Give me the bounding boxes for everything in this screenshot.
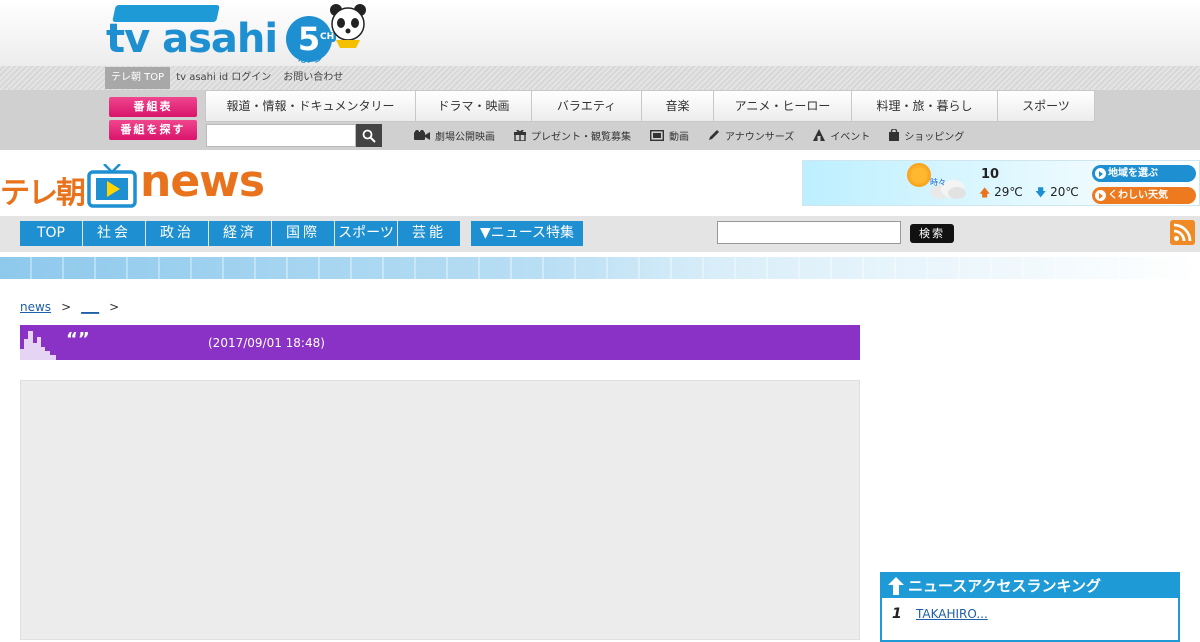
ranking-header: ニュースアクセスランキング [882,574,1178,598]
top-link-tv-asahi-top[interactable]: テレ朝 TOP [105,67,171,89]
tab-international[interactable]: 国際 [272,221,334,246]
tv-asahi-news-logo[interactable]: テレ朝 news [0,156,265,211]
category-variety[interactable]: バラエティ [532,91,642,121]
top-link-contact[interactable]: お問い合わせ [277,67,349,89]
category-anime-hero[interactable]: アニメ・ヒーロー [714,91,852,121]
breadcrumb-separator: > [61,300,72,314]
news-nav: TOP 社会 政治 経済 国際 スポーツ 芸能 [0,216,1200,252]
sub-link-label: 劇場公開映画 [435,131,495,143]
search-icon [362,129,376,143]
category-sports[interactable]: スポーツ [998,91,1094,121]
sub-link-label: イベント [830,131,871,143]
article-title-bar: “” (2017/09/01 18:48) [20,325,860,360]
sub-link-video[interactable]: 動画 [650,128,689,143]
tab-top[interactable]: TOP [20,221,82,246]
arrow-up-icon [888,577,904,595]
breadcrumb-news[interactable]: news [20,300,51,314]
weather-widget: 時々 10 🡅 29℃ 🡇 20℃ 地域を選ぶ くわしい天気 [802,160,1200,206]
sub-link-announcers[interactable]: アナウンサーズ [708,128,794,143]
gift-icon [514,129,526,141]
panda-mascot-icon [330,4,366,48]
video-icon [650,129,664,141]
shopping-bag-icon [889,129,900,141]
news-logo-word: news [140,156,265,207]
sub-link-present[interactable]: プレゼント・観覧募集 [514,128,631,143]
sub-link-label: ショッピング [904,131,965,143]
tab-society[interactable]: 社会 [83,221,145,246]
top-links: テレ朝 TOP tv asahi id ログイン お問い合わせ [105,67,349,89]
event-icon [813,129,826,141]
ranking-title: ニュースアクセスランキング [908,577,1102,595]
program-table-button[interactable]: 番組表 [109,97,197,117]
logo-text: tv asahi [106,16,278,62]
tab-entertainment[interactable]: 芸能 [398,221,460,246]
film-camera-icon [414,129,430,140]
category-music[interactable]: 音楽 [642,91,714,121]
arrow-up-icon: 🡅 [979,186,991,199]
rss-icon[interactable] [1170,220,1195,245]
category-nav: 報道・情報・ドキュメンタリー ドラマ・映画 バラエティ 音楽 アニメ・ヒーロー … [205,90,1095,122]
sub-link-movies[interactable]: 劇場公開映画 [414,128,495,143]
tab-politics[interactable]: 政治 [146,221,208,246]
breadcrumb: news > ___ > [20,300,129,314]
program-search-input[interactable] [206,124,356,147]
sub-link-label: 動画 [669,131,689,143]
weather-day: 10 [981,167,1000,182]
news-feature-dropdown[interactable]: ▼ニュース特集 [471,221,583,246]
top-link-login[interactable]: tv asahi id ログイン [170,67,277,89]
news-tabs: TOP 社会 政治 経済 国際 スポーツ 芸能 [20,221,461,246]
breadcrumb-category[interactable]: ___ [81,300,99,314]
weather-low: 🡇 20℃ [1035,185,1079,199]
tv-screen-icon [87,164,137,208]
arrow-down-icon: 🡇 [1035,186,1047,199]
program-search-button[interactable]: 番組を探す [109,120,197,140]
tab-sports[interactable]: スポーツ [335,221,397,246]
article-title: “” [66,329,90,350]
pencil-icon [709,130,719,140]
sub-link-label: アナウンサーズ [725,131,795,143]
tv-asahi-logo[interactable]: tv asahi 5 CH 地デジ [106,2,368,66]
news-logo-prefix: テレ朝 [0,176,86,211]
article-date: (2017/09/01 18:48) [208,336,325,350]
news-ranking: ニュースアクセスランキング 1 TAKAHIRO... [880,572,1180,642]
select-region-button[interactable]: 地域を選ぶ [1092,165,1196,182]
weather-high: 🡅 29℃ [979,185,1023,199]
ranking-item: 1 TAKAHIRO... [892,606,988,622]
news-search-input[interactable] [717,221,901,244]
sun-icon [907,163,931,187]
logo-digital: 地デジ [298,55,322,64]
video-player[interactable] [20,380,860,640]
program-search-submit[interactable] [356,124,382,147]
decorative-banner [0,257,1200,279]
sub-nav: 劇場公開映画 プレゼント・観覧募集 動画 アナウンサーズ イベント ショッピング [414,124,983,146]
detailed-weather-button[interactable]: くわしい天気 [1092,187,1196,204]
category-news-info[interactable]: 報道・情報・ドキュメンタリー [206,91,416,121]
ranking-number: 1 [892,606,902,622]
sub-link-shopping[interactable]: ショッピング [889,128,964,143]
sub-link-event[interactable]: イベント [813,128,870,143]
breadcrumb-separator: > [109,300,120,314]
category-drama-movie[interactable]: ドラマ・映画 [416,91,532,121]
city-skyline-icon [20,331,56,360]
tab-economy[interactable]: 経済 [209,221,271,246]
category-cooking-travel[interactable]: 料理・旅・暮らし [852,91,998,121]
ranking-item-link[interactable]: TAKAHIRO... [916,607,988,621]
sub-link-label: プレゼント・観覧募集 [531,131,631,143]
weather-condition: 時々 [930,178,946,187]
news-search-button[interactable]: 検索 [910,224,954,243]
